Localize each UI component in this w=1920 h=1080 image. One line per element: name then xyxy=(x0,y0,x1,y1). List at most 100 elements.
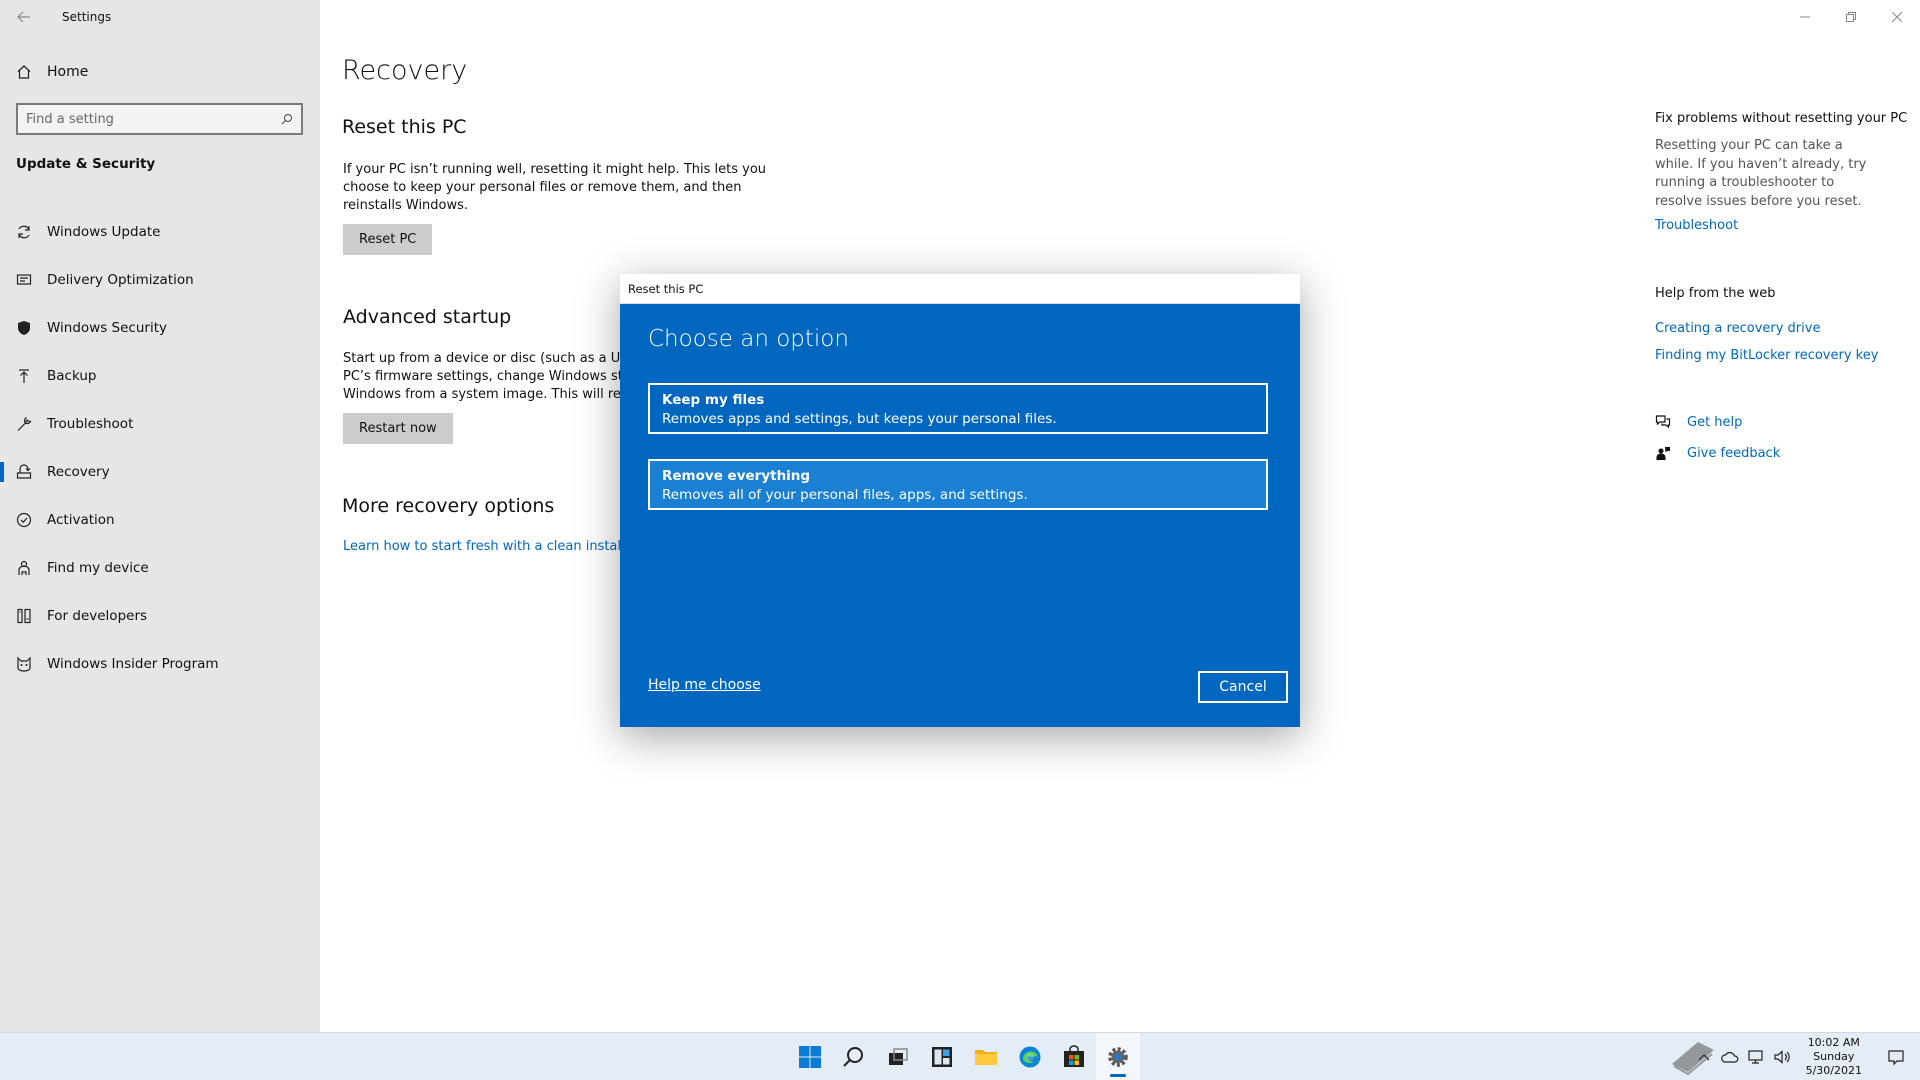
advanced-line-1: Start up from a device or disc (such as … xyxy=(343,351,638,366)
help-from-web-heading: Help from the web xyxy=(1655,286,1776,301)
sidebar-item-label: Recovery xyxy=(47,464,110,480)
advanced-line-2: PC’s firmware settings, change Windows s… xyxy=(343,369,637,384)
back-button[interactable] xyxy=(0,0,48,33)
advanced-startup-description: Start up from a device or disc (such as … xyxy=(343,350,643,404)
dialog-title: Reset this PC xyxy=(620,274,1300,304)
taskbar-apps xyxy=(788,1033,1140,1080)
recovery-drive-link[interactable]: Creating a recovery drive xyxy=(1655,321,1820,336)
cancel-button[interactable]: Cancel xyxy=(1198,671,1288,703)
sidebar-item-troubleshoot[interactable]: Troubleshoot xyxy=(0,400,320,448)
fix-problems-heading: Fix problems without resetting your PC xyxy=(1655,111,1908,126)
onedrive-icon[interactable] xyxy=(1720,1047,1740,1067)
advanced-startup-heading: Advanced startup xyxy=(343,306,512,328)
sidebar-item-windows-insider-program[interactable]: Windows Insider Program xyxy=(0,640,320,688)
sidebar-item-label: Find my device xyxy=(47,560,149,576)
sidebar-item-label: Windows Security xyxy=(47,320,167,336)
sidebar-item-home[interactable]: Home xyxy=(0,56,320,88)
sidebar-item-label: Backup xyxy=(47,368,97,384)
settings-button[interactable] xyxy=(1096,1033,1140,1080)
get-help-icon xyxy=(1655,414,1671,430)
troubleshoot-link[interactable]: Troubleshoot xyxy=(1655,218,1738,233)
sidebar-item-backup[interactable]: Backup xyxy=(0,352,320,400)
task-view-button[interactable] xyxy=(876,1033,920,1080)
reset-pc-button[interactable]: Reset PC xyxy=(343,224,433,255)
restore-button[interactable] xyxy=(1828,0,1874,33)
restart-now-button[interactable]: Restart now xyxy=(343,413,453,444)
remove-everything-option[interactable]: Remove everything Removes all of your pe… xyxy=(648,459,1268,510)
give-feedback-link[interactable]: Give feedback xyxy=(1655,445,1780,461)
clock-day: Sunday xyxy=(1813,1050,1855,1063)
start-icon xyxy=(799,1046,821,1068)
check-circle-icon xyxy=(16,512,32,528)
start-button[interactable] xyxy=(788,1033,832,1080)
option-description: Removes apps and settings, but keeps you… xyxy=(662,411,1057,427)
option-description: Removes all of your personal files, apps… xyxy=(662,487,1028,503)
widgets-button[interactable] xyxy=(920,1033,964,1080)
clock-date: 5/30/2021 xyxy=(1805,1064,1862,1077)
sidebar-item-windows-update[interactable]: Windows Update xyxy=(0,208,320,256)
fix-problems-text: Resetting your PC can take a while. If y… xyxy=(1655,138,1867,209)
sidebar-item-label: For developers xyxy=(47,608,148,624)
notification-icon[interactable] xyxy=(1886,1047,1906,1067)
sidebar-item-label: Windows Insider Program xyxy=(47,656,219,672)
search-icon[interactable] xyxy=(281,113,293,125)
sidebar: Settings Home Update & Security Windows … xyxy=(0,0,320,1032)
reset-heading: Reset this PC xyxy=(342,116,467,138)
chevron-up-icon[interactable] xyxy=(1694,1047,1714,1067)
sidebar-item-find-my-device[interactable]: Find my device xyxy=(0,544,320,592)
clock[interactable]: 10:02 AM Sunday 5/30/2021 xyxy=(1806,1036,1862,1078)
restore-icon xyxy=(1846,11,1856,22)
reset-dialog: Reset this PC Choose an option Keep my f… xyxy=(620,274,1300,727)
page-title: Recovery xyxy=(342,55,468,86)
shield-icon xyxy=(16,320,32,336)
more-recovery-heading: More recovery options xyxy=(342,495,555,517)
search-icon xyxy=(843,1047,863,1067)
sidebar-item-label: Windows Update xyxy=(47,224,161,240)
advanced-line-3: Windows from a system image. This will r… xyxy=(343,387,641,402)
search-box[interactable] xyxy=(16,103,303,135)
section-title: Update & Security xyxy=(16,156,156,172)
option-title: Keep my files xyxy=(662,392,765,408)
bitlocker-key-link[interactable]: Finding my BitLocker recovery key xyxy=(1655,348,1878,363)
widgets-icon xyxy=(932,1047,952,1067)
network-icon[interactable] xyxy=(1746,1047,1766,1067)
minimize-button[interactable] xyxy=(1782,0,1828,33)
wrench-icon xyxy=(16,416,32,432)
insider-cat-icon xyxy=(16,656,32,672)
minimize-icon xyxy=(1800,16,1810,17)
dialog-heading: Choose an option xyxy=(648,326,849,352)
sidebar-item-activation[interactable]: Activation xyxy=(0,496,320,544)
give-feedback-icon xyxy=(1655,445,1671,461)
window-controls xyxy=(1782,0,1920,33)
app-title: Settings xyxy=(62,9,112,24)
back-arrow-icon xyxy=(17,11,30,22)
clean-install-link[interactable]: Learn how to start fresh with a clean in… xyxy=(343,539,638,554)
file-explorer-button[interactable] xyxy=(964,1033,1008,1080)
search-input[interactable] xyxy=(26,111,281,127)
sidebar-item-recovery[interactable]: Recovery xyxy=(0,448,320,496)
get-help-link[interactable]: Get help xyxy=(1655,414,1742,430)
store-button[interactable] xyxy=(1052,1033,1096,1080)
delivery-optimization-icon xyxy=(16,272,32,288)
sidebar-item-for-developers[interactable]: For developers xyxy=(0,592,320,640)
settings-icon xyxy=(1108,1047,1128,1067)
file-explorer-icon xyxy=(975,1050,997,1065)
developer-icon xyxy=(16,608,32,624)
reset-description: If your PC isn’t running well, resetting… xyxy=(343,162,767,213)
title-bar: Settings xyxy=(0,0,320,33)
sidebar-item-windows-security[interactable]: Windows Security xyxy=(0,304,320,352)
system-tray: 10:02 AM Sunday 5/30/2021 xyxy=(1694,1033,1906,1080)
edge-button[interactable] xyxy=(1008,1033,1052,1080)
help-me-choose-link[interactable]: Help me choose xyxy=(648,677,761,693)
search-taskbar-button[interactable] xyxy=(832,1033,876,1080)
sidebar-item-label: Troubleshoot xyxy=(47,416,134,432)
keep-my-files-option[interactable]: Keep my files Removes apps and settings,… xyxy=(648,383,1268,434)
volume-icon[interactable] xyxy=(1772,1047,1792,1067)
close-button[interactable] xyxy=(1874,0,1920,33)
person-location-icon xyxy=(16,560,32,576)
sync-icon xyxy=(16,224,32,240)
edge-icon xyxy=(1019,1046,1041,1068)
task-view-icon xyxy=(889,1048,908,1065)
sidebar-nav: Windows Update Delivery Optimization Win… xyxy=(0,208,320,688)
sidebar-item-delivery-optimization[interactable]: Delivery Optimization xyxy=(0,256,320,304)
